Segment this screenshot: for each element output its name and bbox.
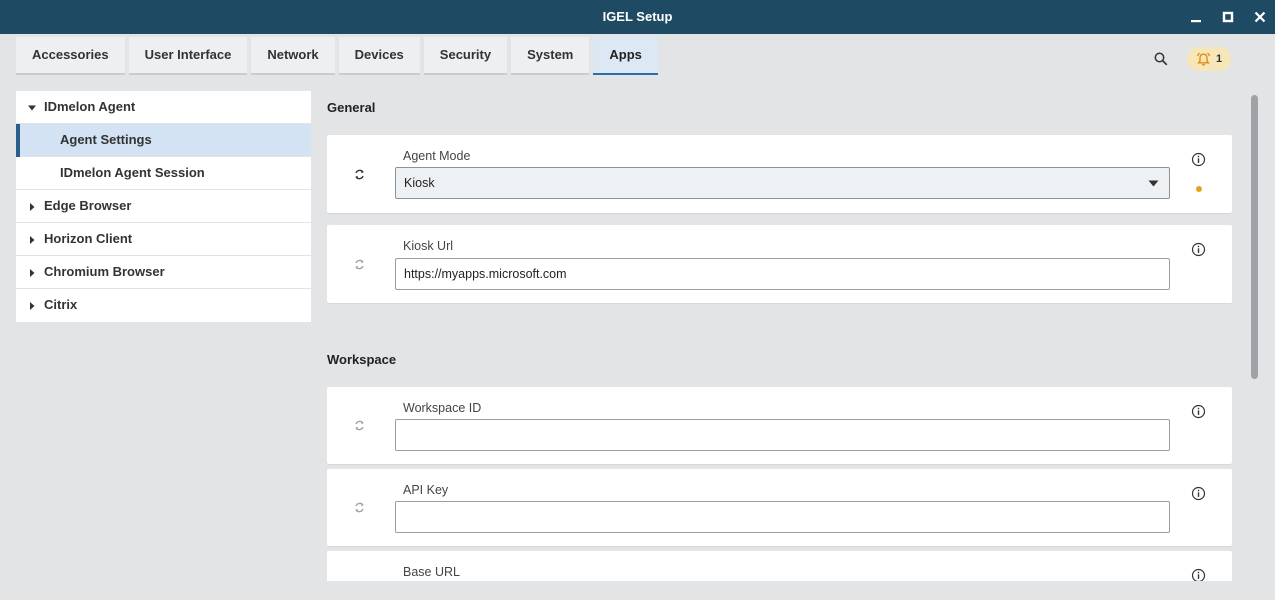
reset-icon — [354, 169, 364, 179]
settings-content: General Agent Mode Kiosk Kiosk Url https… — [327, 91, 1232, 581]
kiosk-url-label: Kiosk Url — [403, 239, 454, 253]
caret-right-icon — [30, 302, 35, 310]
tree-item-label: Agent Settings — [60, 132, 152, 147]
tree-item-horizon-client[interactable]: Horizon Client — [16, 223, 311, 256]
agent-mode-label: Agent Mode — [403, 149, 471, 163]
reset-button[interactable] — [351, 256, 367, 272]
modified-indicator-dot — [1196, 186, 1202, 192]
tree-item-label: IDmelon Agent — [44, 99, 136, 114]
info-icon[interactable] — [1191, 486, 1206, 501]
info-icon[interactable] — [1191, 568, 1206, 581]
maximize-icon — [1222, 11, 1234, 23]
settings-tree: IDmelon Agent Agent Settings IDmelon Age… — [16, 91, 311, 322]
maximize-button[interactable] — [1218, 7, 1238, 27]
search-icon — [1154, 52, 1168, 66]
close-icon — [1254, 11, 1266, 23]
workspace-id-label: Workspace ID — [403, 401, 482, 415]
section-title-general: General — [327, 100, 376, 115]
kiosk-url-input[interactable]: https://myapps.microsoft.com — [395, 258, 1170, 290]
base-url-label: Base URL — [403, 565, 460, 579]
info-icon[interactable] — [1191, 242, 1206, 257]
notification-bell-icon — [1196, 52, 1211, 66]
reset-icon — [354, 502, 364, 512]
tree-item-label: Citrix — [44, 297, 78, 312]
close-button[interactable] — [1250, 7, 1270, 27]
tab-devices[interactable]: Devices — [338, 37, 420, 75]
tree-item-edge-browser[interactable]: Edge Browser — [16, 190, 311, 223]
main-tabs: Accessories User Interface Network Devic… — [16, 37, 658, 75]
minimize-button[interactable] — [1186, 7, 1206, 27]
api-key-input[interactable] — [395, 501, 1170, 533]
tree-item-citrix[interactable]: Citrix — [16, 289, 311, 322]
reset-icon — [354, 420, 364, 430]
tree-item-label: Chromium Browser — [44, 264, 165, 279]
caret-right-icon — [30, 269, 35, 277]
workspace-id-input[interactable] — [395, 419, 1170, 451]
tree-item-label: IDmelon Agent Session — [60, 165, 205, 180]
tree-item-idmelon-agent-session[interactable]: IDmelon Agent Session — [16, 157, 311, 190]
agent-mode-select[interactable]: Kiosk — [395, 167, 1170, 199]
reset-button[interactable] — [351, 499, 367, 515]
tab-accessories[interactable]: Accessories — [16, 37, 125, 75]
tab-system[interactable]: System — [511, 37, 590, 75]
search-button[interactable] — [1151, 49, 1171, 69]
tab-network[interactable]: Network — [251, 37, 335, 75]
notification-count: 1 — [1215, 53, 1223, 65]
caret-right-icon — [30, 203, 35, 211]
base-url-card: Base URL — [327, 551, 1232, 581]
notifications-button[interactable]: 1 — [1187, 47, 1231, 71]
api-key-card: API Key — [327, 469, 1232, 546]
tree-item-chromium-browser[interactable]: Chromium Browser — [16, 256, 311, 289]
reset-button[interactable] — [351, 166, 367, 182]
tab-user-interface[interactable]: User Interface — [128, 37, 248, 75]
tab-apps[interactable]: Apps — [593, 37, 658, 75]
reset-icon — [354, 259, 364, 269]
reset-button[interactable] — [351, 417, 367, 433]
minimize-icon — [1191, 20, 1201, 23]
window-title: IGEL Setup — [602, 9, 673, 24]
tree-item-agent-settings[interactable]: Agent Settings — [16, 124, 311, 157]
caret-down-icon — [28, 105, 36, 111]
caret-right-icon — [30, 236, 35, 244]
tree-item-label: Horizon Client — [44, 231, 133, 246]
kiosk-url-card: Kiosk Url https://myapps.microsoft.com — [327, 225, 1232, 303]
workspace-id-card: Workspace ID — [327, 387, 1232, 464]
info-icon[interactable] — [1191, 152, 1206, 167]
agent-mode-value: Kiosk — [404, 176, 435, 190]
dropdown-arrow-icon — [1148, 180, 1159, 187]
agent-mode-card: Agent Mode Kiosk — [327, 135, 1232, 213]
info-icon[interactable] — [1191, 404, 1206, 419]
tab-security[interactable]: Security — [423, 37, 508, 75]
tree-item-idmelon-agent[interactable]: IDmelon Agent — [16, 91, 311, 124]
api-key-label: API Key — [403, 483, 449, 497]
section-title-workspace: Workspace — [327, 352, 397, 367]
tree-item-label: Edge Browser — [44, 198, 132, 213]
scrollbar-thumb[interactable] — [1251, 95, 1258, 379]
title-bar: IGEL Setup — [0, 0, 1275, 34]
